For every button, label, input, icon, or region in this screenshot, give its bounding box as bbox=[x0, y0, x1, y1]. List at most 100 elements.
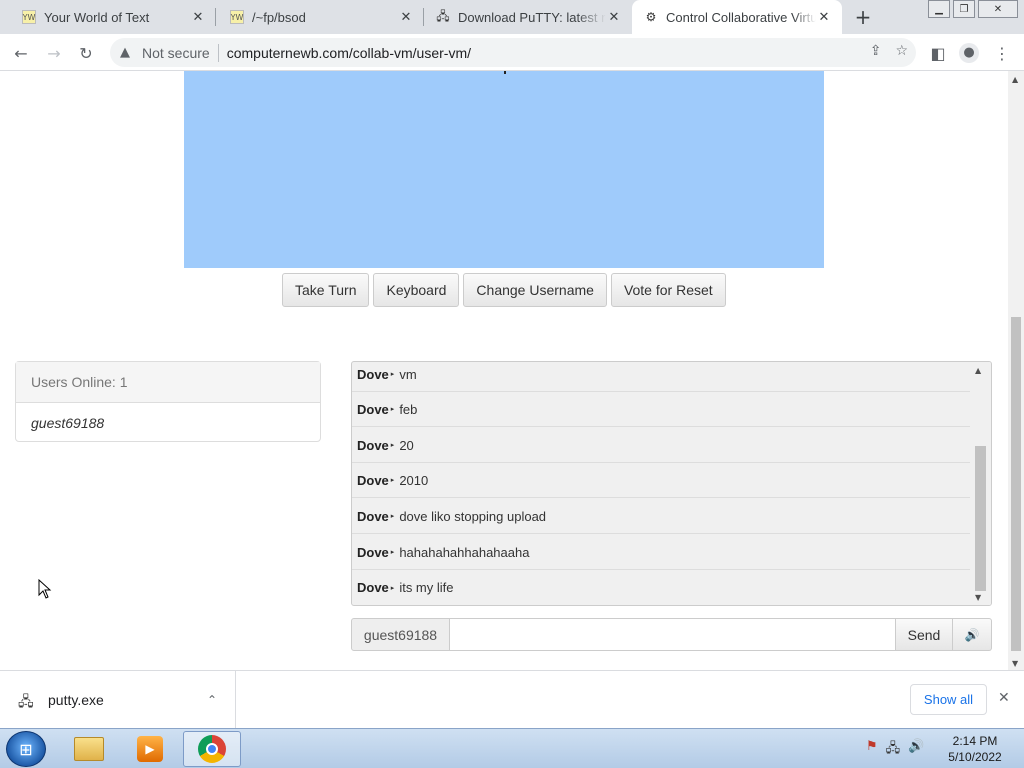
tab-putty[interactable]: 🖧 Download PuTTY: latest release ✕ bbox=[424, 0, 632, 34]
clock[interactable]: 2:14 PM 5/10/2022 bbox=[944, 733, 1006, 765]
arrow-icon: ▸ bbox=[390, 583, 395, 592]
chat-nick: Dove bbox=[357, 437, 389, 453]
tab-collabvm[interactable]: ⚙ Control Collaborative Virtual Machines… bbox=[632, 0, 842, 34]
tab-your-world-of-text[interactable]: YW Your World of Text ✕ bbox=[0, 0, 216, 34]
chrome-icon bbox=[198, 735, 226, 763]
arrow-icon: ▸ bbox=[390, 370, 395, 378]
clock-date: 5/10/2022 bbox=[948, 750, 1002, 764]
share-icon[interactable]: ⇪ bbox=[870, 43, 882, 59]
address-bar[interactable]: ▲ Not secure computernewb.com/collab-vm/… bbox=[110, 38, 916, 67]
mouse-pointer-icon bbox=[38, 579, 52, 599]
close-icon[interactable]: ✕ bbox=[190, 9, 206, 25]
url-text[interactable]: computernewb.com/collab-vm/user-vm/ bbox=[227, 45, 471, 61]
chat-message: Dove ▸ hahahahahhahahaaha bbox=[352, 535, 970, 570]
vote-reset-button[interactable]: Vote for Reset bbox=[610, 273, 726, 307]
send-button[interactable]: Send bbox=[896, 618, 953, 651]
chat-nick: Dove bbox=[357, 544, 389, 560]
chat-message: Dove ▸ vm bbox=[352, 362, 970, 392]
chat-message-input[interactable] bbox=[450, 618, 896, 651]
minimize-button[interactable]: ▁ bbox=[928, 0, 950, 18]
chat-nick: Dove bbox=[357, 401, 389, 417]
tab-title: Download PuTTY: latest release bbox=[458, 9, 606, 25]
chat-message: Dove ▸ feb bbox=[352, 392, 970, 427]
volume-button[interactable]: 🔊 bbox=[953, 618, 992, 651]
chevron-up-icon[interactable]: ⌃ bbox=[207, 693, 217, 707]
profile-icon[interactable]: ● bbox=[956, 40, 982, 66]
omnibox-actions: ⇪ ☆ bbox=[870, 43, 908, 59]
scroll-down-icon[interactable]: ▼ bbox=[975, 593, 981, 602]
taskbar-chrome[interactable] bbox=[183, 731, 241, 767]
scroll-up-icon[interactable]: ▲ bbox=[1012, 75, 1018, 84]
user-list-item[interactable]: guest69188 bbox=[16, 403, 320, 442]
ywot-icon: YW bbox=[230, 10, 244, 24]
close-icon[interactable]: ✕ bbox=[606, 9, 622, 25]
chat-message: Dove ▸ 20 bbox=[352, 428, 970, 463]
taskbar: ⊞ ▶ ⚑ 🖧 🔊 2:14 PM 5/10/2022 bbox=[0, 728, 1024, 768]
close-icon[interactable]: ✕ bbox=[816, 9, 832, 25]
show-all-button[interactable]: Show all bbox=[910, 684, 987, 715]
users-online-header: Users Online: 1 bbox=[16, 362, 320, 403]
tab-title: Your World of Text bbox=[44, 9, 150, 25]
chat-message: Dove ▸ dove liko stopping upload bbox=[352, 499, 970, 534]
side-panel-icon[interactable]: ◧ bbox=[925, 40, 951, 66]
media-player-icon: ▶ bbox=[137, 736, 163, 762]
reload-button[interactable]: ↻ bbox=[73, 40, 99, 66]
chat-nick: Dove bbox=[357, 366, 389, 382]
tab-title: Control Collaborative Virtual Machines bbox=[666, 9, 816, 25]
arrow-icon: ▸ bbox=[390, 405, 395, 413]
tab-title: /~fp/bsod bbox=[252, 9, 306, 25]
chat-message: Dove ▸ 2010 bbox=[352, 463, 970, 498]
browser-toolbar: ← → ↻ ▲ Not secure computernewb.com/coll… bbox=[0, 34, 1024, 71]
security-label[interactable]: Not secure bbox=[142, 45, 210, 61]
chat-nick: Dove bbox=[357, 472, 389, 488]
keyboard-button[interactable]: Keyboard bbox=[373, 273, 460, 307]
arrow-icon: ▸ bbox=[390, 548, 395, 556]
tab-bsod[interactable]: YW /~fp/bsod ✕ bbox=[216, 0, 424, 34]
action-center-icon[interactable]: ⚑ bbox=[866, 739, 878, 761]
change-username-button[interactable]: Change Username bbox=[463, 273, 607, 307]
chat-text: its my life bbox=[399, 580, 454, 595]
star-icon[interactable]: ☆ bbox=[895, 43, 908, 59]
page-scroll-thumb[interactable] bbox=[1011, 317, 1021, 651]
omnibox-divider bbox=[217, 43, 219, 62]
clock-time: 2:14 PM bbox=[952, 734, 998, 748]
chat-text: hahahahahhahahaaha bbox=[399, 544, 530, 560]
arrow-icon: ▸ bbox=[390, 476, 395, 484]
chat-scroll-thumb[interactable] bbox=[975, 446, 986, 591]
network-icon[interactable]: 🖧 bbox=[886, 739, 901, 761]
chat-username-label: guest69188 bbox=[351, 618, 450, 651]
taskbar-explorer[interactable] bbox=[60, 731, 118, 767]
volume-icon: 🔊 bbox=[964, 627, 980, 642]
chat-text: vm bbox=[399, 366, 417, 382]
close-icon[interactable]: ✕ bbox=[398, 9, 414, 25]
start-button[interactable]: ⊞ bbox=[6, 731, 46, 767]
close-icon[interactable]: ✕ bbox=[998, 690, 1010, 706]
chat-scrollbar[interactable]: ▲ ▼ bbox=[971, 362, 991, 605]
maximize-button[interactable]: ❐ bbox=[953, 0, 975, 18]
vm-text-cursor bbox=[504, 71, 506, 74]
new-tab-button[interactable]: + bbox=[852, 5, 874, 29]
vm-controls: Take Turn Keyboard Change Username Vote … bbox=[282, 273, 726, 307]
chat-text: dove liko stopping upload bbox=[399, 508, 547, 524]
arrow-icon: ▸ bbox=[390, 512, 395, 520]
warning-icon[interactable]: ▲ bbox=[120, 45, 136, 60]
close-window-button[interactable]: ✕ bbox=[978, 0, 1018, 18]
ywot-icon: YW bbox=[22, 10, 36, 24]
arrow-icon: ▸ bbox=[390, 441, 395, 449]
chat-log[interactable]: Dove ▸ vm Dove ▸ feb Dove ▸ 20 Dove ▸ 2010 Dove ▸… bbox=[351, 361, 992, 606]
chat-text: 2010 bbox=[399, 472, 429, 488]
chat-nick: Dove bbox=[357, 508, 389, 524]
menu-icon[interactable]: ⋮ bbox=[989, 40, 1015, 66]
page-scrollbar[interactable]: ▲ ▼ bbox=[1008, 71, 1024, 670]
forward-button[interactable]: → bbox=[41, 40, 67, 66]
download-filename[interactable]: putty.exe bbox=[48, 692, 207, 708]
vm-screen[interactable] bbox=[184, 71, 824, 268]
volume-icon[interactable]: 🔊 bbox=[908, 739, 924, 761]
take-turn-button[interactable]: Take Turn bbox=[282, 273, 370, 307]
taskbar-media-player[interactable]: ▶ bbox=[121, 731, 179, 767]
windows-logo-icon: ⊞ bbox=[19, 739, 33, 759]
download-item[interactable]: 🖧 putty.exe ⌃ bbox=[0, 671, 236, 728]
scroll-down-icon[interactable]: ▼ bbox=[1012, 659, 1018, 668]
back-button[interactable]: ← bbox=[8, 40, 34, 66]
scroll-up-icon[interactable]: ▲ bbox=[975, 366, 981, 375]
